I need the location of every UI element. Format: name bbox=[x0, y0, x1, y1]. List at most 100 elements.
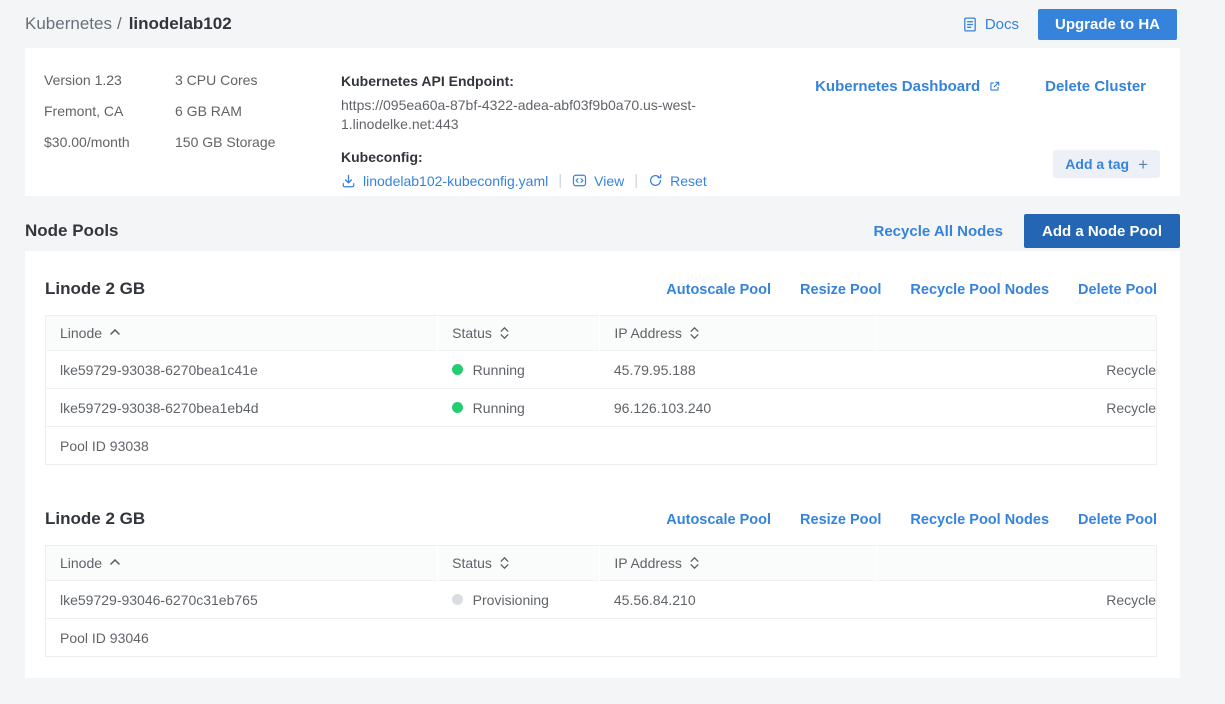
node-row: lke59729-93038-6270bea1eb4d Running 96.1… bbox=[46, 389, 1157, 427]
breadcrumb-kubernetes-link[interactable]: Kubernetes bbox=[25, 14, 112, 34]
cluster-specs-column-2: 3 CPU Cores 6 GB RAM 150 GB Storage bbox=[175, 68, 341, 178]
delete-cluster-link[interactable]: Delete Cluster bbox=[1045, 78, 1146, 95]
page-title-cluster-name: linodelab102 bbox=[129, 14, 232, 34]
docs-icon bbox=[962, 16, 978, 33]
node-pool: Linode 2 GB Autoscale Pool Resize Pool R… bbox=[45, 279, 1157, 465]
chevron-up-down-icon bbox=[500, 327, 509, 339]
external-link-icon bbox=[988, 80, 1001, 93]
divider: | bbox=[558, 172, 562, 189]
download-icon bbox=[341, 173, 356, 189]
cluster-summary-actions: Kubernetes Dashboard Delete Cluster Add … bbox=[711, 68, 1160, 178]
recycle-all-nodes-link[interactable]: Recycle All Nodes bbox=[874, 223, 1004, 240]
reset-label: Reset bbox=[670, 173, 707, 189]
topbar: Kubernetes / linodelab102 Docs Upgrade t… bbox=[0, 0, 1225, 48]
status-provisioning-icon bbox=[452, 594, 463, 605]
recycle-node-link[interactable]: Recycle bbox=[877, 389, 1157, 427]
add-node-pool-button[interactable]: Add a Node Pool bbox=[1024, 214, 1180, 248]
node-link[interactable]: lke59729-93038-6270bea1eb4d bbox=[46, 389, 438, 427]
recycle-pool-nodes-link[interactable]: Recycle Pool Nodes bbox=[910, 512, 1049, 528]
node-status-cell: Provisioning bbox=[438, 581, 600, 619]
node-pools-header: Node Pools Recycle All Nodes Add a Node … bbox=[25, 214, 1180, 248]
recycle-node-link[interactable]: Recycle bbox=[877, 351, 1157, 389]
kubernetes-dashboard-label: Kubernetes Dashboard bbox=[815, 78, 980, 95]
code-view-icon bbox=[572, 173, 587, 188]
breadcrumb: Kubernetes / linodelab102 bbox=[25, 14, 232, 34]
column-label: Status bbox=[452, 325, 492, 341]
column-header-linode[interactable]: Linode bbox=[46, 316, 438, 351]
column-header-linode[interactable]: Linode bbox=[46, 546, 438, 581]
add-tag-label: Add a tag bbox=[1065, 156, 1129, 172]
node-link[interactable]: lke59729-93038-6270bea1c41e bbox=[46, 351, 438, 389]
node-ip: 96.126.103.240 bbox=[600, 389, 877, 427]
docs-link[interactable]: Docs bbox=[962, 16, 1019, 33]
status-label: Running bbox=[473, 400, 525, 416]
pool-id-label: Pool ID 93038 bbox=[46, 427, 1157, 465]
column-header-actions bbox=[877, 316, 1157, 351]
chevron-up-icon bbox=[110, 559, 120, 565]
chevron-up-down-icon bbox=[690, 327, 699, 339]
recycle-pool-nodes-link[interactable]: Recycle Pool Nodes bbox=[910, 282, 1049, 298]
column-header-ip-address[interactable]: IP Address bbox=[600, 546, 877, 581]
status-running-icon bbox=[452, 364, 463, 375]
kubeconfig-download-link[interactable]: linodelab102-kubeconfig.yaml bbox=[341, 173, 548, 189]
node-pools-card: Linode 2 GB Autoscale Pool Resize Pool R… bbox=[25, 251, 1180, 678]
status-label: Provisioning bbox=[473, 592, 549, 608]
node-row: lke59729-93046-6270c31eb765 Provisioning… bbox=[46, 581, 1157, 619]
node-pool: Linode 2 GB Autoscale Pool Resize Pool R… bbox=[45, 509, 1157, 657]
nodes-table: Linode Status bbox=[45, 545, 1157, 657]
cluster-price: $30.00/month bbox=[44, 135, 175, 149]
node-pools-title: Node Pools bbox=[25, 221, 119, 241]
resize-pool-link[interactable]: Resize Pool bbox=[800, 512, 881, 528]
divider: | bbox=[634, 172, 638, 189]
kubeconfig-file-name: linodelab102-kubeconfig.yaml bbox=[363, 173, 548, 189]
column-label: Linode bbox=[60, 555, 102, 571]
pool-id-label: Pool ID 93046 bbox=[46, 619, 1157, 657]
nodes-table: Linode Status bbox=[45, 315, 1157, 465]
api-endpoint-block: Kubernetes API Endpoint: https://095ea60… bbox=[341, 68, 711, 178]
kubernetes-dashboard-link[interactable]: Kubernetes Dashboard bbox=[815, 78, 1001, 95]
column-header-ip-address[interactable]: IP Address bbox=[600, 316, 877, 351]
docs-label: Docs bbox=[985, 16, 1019, 33]
column-label: Linode bbox=[60, 325, 102, 341]
upgrade-to-ha-button[interactable]: Upgrade to HA bbox=[1038, 9, 1177, 40]
status-running-icon bbox=[452, 402, 463, 413]
autoscale-pool-link[interactable]: Autoscale Pool bbox=[666, 512, 771, 528]
node-status-cell: Running bbox=[438, 389, 600, 427]
pool-name: Linode 2 GB bbox=[45, 279, 145, 299]
cluster-cpu: 3 CPU Cores bbox=[175, 73, 341, 87]
node-ip: 45.56.84.210 bbox=[600, 581, 877, 619]
column-label: Status bbox=[452, 555, 492, 571]
view-label: View bbox=[594, 173, 624, 189]
add-tag-button[interactable]: Add a tag + bbox=[1053, 150, 1160, 178]
column-header-status[interactable]: Status bbox=[438, 316, 600, 351]
chevron-up-icon bbox=[110, 329, 120, 335]
pool-name: Linode 2 GB bbox=[45, 509, 145, 529]
api-endpoint-url: https://095ea60a-87bf-4322-adea-abf03f9b… bbox=[341, 96, 699, 134]
column-header-actions bbox=[877, 546, 1157, 581]
delete-pool-link[interactable]: Delete Pool bbox=[1078, 282, 1157, 298]
column-label: IP Address bbox=[614, 555, 681, 571]
status-label: Running bbox=[473, 362, 525, 378]
cluster-storage: 150 GB Storage bbox=[175, 135, 341, 149]
breadcrumb-separator: / bbox=[117, 14, 122, 34]
cluster-specs-column-1: Version 1.23 Fremont, CA $30.00/month bbox=[44, 68, 175, 178]
topbar-actions: Docs Upgrade to HA bbox=[962, 9, 1177, 40]
kubeconfig-view-link[interactable]: View bbox=[572, 173, 624, 189]
node-link[interactable]: lke59729-93046-6270c31eb765 bbox=[46, 581, 438, 619]
api-endpoint-label: Kubernetes API Endpoint: bbox=[341, 73, 711, 89]
kubeconfig-reset-link[interactable]: Reset bbox=[648, 173, 707, 189]
refresh-icon bbox=[648, 173, 663, 188]
node-ip: 45.79.95.188 bbox=[600, 351, 877, 389]
recycle-node-link[interactable]: Recycle bbox=[877, 581, 1157, 619]
autoscale-pool-link[interactable]: Autoscale Pool bbox=[666, 282, 771, 298]
cluster-summary-card: Version 1.23 Fremont, CA $30.00/month 3 … bbox=[25, 48, 1180, 196]
pool-id-row: Pool ID 93038 bbox=[46, 427, 1157, 465]
resize-pool-link[interactable]: Resize Pool bbox=[800, 282, 881, 298]
chevron-up-down-icon bbox=[500, 557, 509, 569]
column-header-status[interactable]: Status bbox=[438, 546, 600, 581]
delete-pool-link[interactable]: Delete Pool bbox=[1078, 512, 1157, 528]
pool-id-row: Pool ID 93046 bbox=[46, 619, 1157, 657]
kubeconfig-actions: linodelab102-kubeconfig.yaml | View | bbox=[341, 172, 711, 189]
cluster-region: Fremont, CA bbox=[44, 104, 175, 118]
chevron-up-down-icon bbox=[690, 557, 699, 569]
